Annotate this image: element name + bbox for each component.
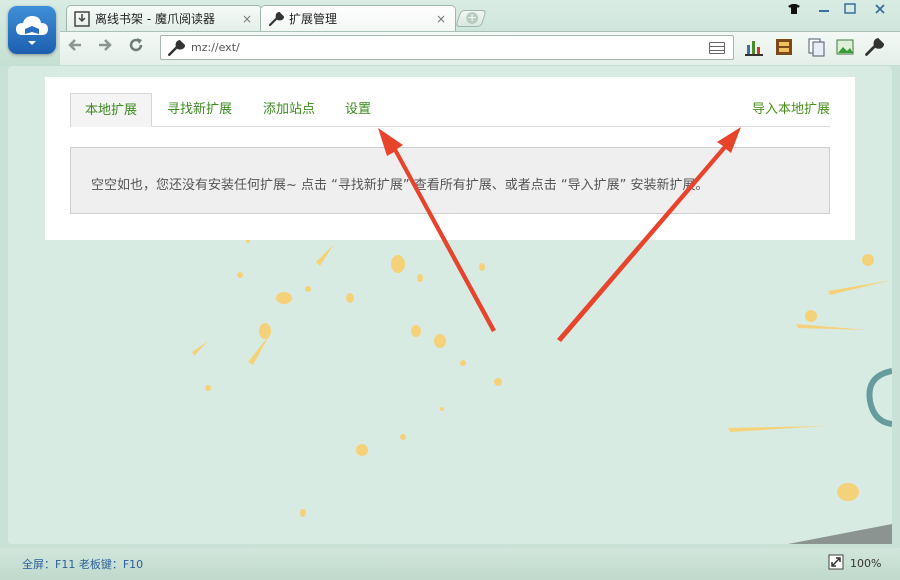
extension-panel: 本地扩展 寻找新扩展 添加站点 设置 导入本地扩展 空空如也，您还没有安装任何扩… xyxy=(45,77,855,240)
zoom-level[interactable]: 100% xyxy=(850,557,881,570)
page-menu-icon[interactable] xyxy=(709,42,725,54)
new-tab-button[interactable]: + xyxy=(455,10,487,27)
tab-add-site[interactable]: 添加站点 xyxy=(249,93,329,127)
close-icon[interactable]: × xyxy=(435,13,447,25)
forward-arrow-icon[interactable] xyxy=(94,36,116,58)
wrench-icon xyxy=(267,10,285,28)
minimize-icon[interactable] xyxy=(816,3,832,17)
shortcut-hint: 全屏：F11 老板键：F10 xyxy=(22,558,144,571)
skin-shirt-icon[interactable] xyxy=(786,3,802,17)
page-content: 本地扩展 寻找新扩展 添加站点 设置 导入本地扩展 空空如也，您还没有安装任何扩… xyxy=(8,66,892,544)
tab-find-extensions[interactable]: 寻找新扩展 xyxy=(153,93,246,127)
empty-state-box: 空空如也，您还没有安装任何扩展~ 点击 “寻找新扩展” 查看所有扩展、或者点击 … xyxy=(70,147,830,214)
tab-local-extensions[interactable]: 本地扩展 xyxy=(70,93,153,127)
tab-title: 离线书架 - 魔爪阅读器 xyxy=(95,12,215,26)
cloud-book-icon xyxy=(16,16,48,45)
address-bar[interactable]: mz://ext/ xyxy=(160,35,734,60)
tab-title: 扩展管理 xyxy=(289,12,338,26)
status-bar: 全屏：F11 老板键：F10 100% xyxy=(0,548,900,580)
bar-chart-icon[interactable] xyxy=(744,37,764,57)
refresh-icon[interactable] xyxy=(125,36,147,58)
tab-offline-bookshelf[interactable]: 离线书架 - 魔爪阅读器 × xyxy=(66,5,262,31)
extension-tabs: 本地扩展 寻找新扩展 添加站点 设置 导入本地扩展 xyxy=(70,93,830,127)
app-logo[interactable] xyxy=(8,6,56,54)
empty-state-message: 空空如也，您还没有安装任何扩展~ 点击 “寻找新扩展” 查看所有扩展、或者点击 … xyxy=(91,178,709,193)
close-window-icon[interactable] xyxy=(872,3,888,17)
close-icon[interactable]: × xyxy=(241,13,253,25)
plus-icon: + xyxy=(466,11,479,24)
address-url[interactable]: mz://ext/ xyxy=(191,41,240,54)
tab-extension-management[interactable]: 扩展管理 × xyxy=(260,5,456,31)
screenshot-image-icon[interactable] xyxy=(835,37,855,57)
import-local-extension-link[interactable]: 导入本地扩展 xyxy=(752,93,830,127)
maximize-icon[interactable] xyxy=(842,3,858,17)
wrench-icon xyxy=(167,39,186,57)
fullscreen-icon[interactable] xyxy=(828,554,844,570)
download-box-icon xyxy=(73,10,91,28)
tab-settings[interactable]: 设置 xyxy=(331,93,385,127)
film-strip-icon[interactable] xyxy=(774,37,794,57)
back-arrow-icon[interactable] xyxy=(64,36,86,58)
document-copy-icon[interactable] xyxy=(806,37,826,57)
browser-chrome: 离线书架 - 魔爪阅读器 × 扩展管理 × + mz://ext/ xyxy=(0,0,900,66)
settings-wrench-icon[interactable] xyxy=(864,37,885,57)
